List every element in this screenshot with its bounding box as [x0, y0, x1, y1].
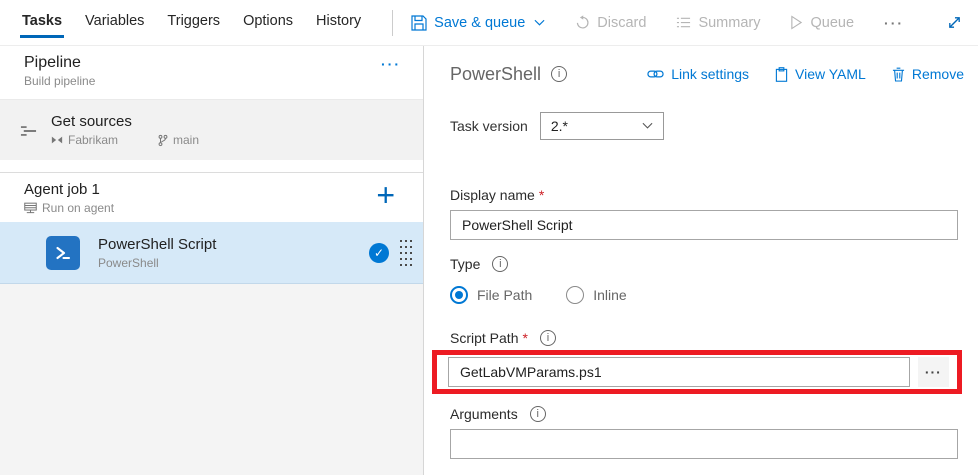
get-sources-section[interactable]: Get sources Fabrikam main	[0, 100, 423, 160]
pipeline-title: Pipeline	[24, 54, 95, 72]
save-icon	[411, 15, 427, 31]
chevron-down-icon	[642, 122, 653, 130]
arguments-input[interactable]	[450, 429, 958, 459]
annotation-highlight-box: ···	[432, 350, 962, 394]
task-enabled-check-icon[interactable]: ✓	[369, 243, 389, 263]
clipboard-icon	[775, 67, 788, 82]
task-title: PowerShell Script	[98, 236, 216, 253]
info-icon[interactable]: i	[540, 330, 556, 346]
info-icon[interactable]: i	[492, 256, 508, 272]
script-path-input[interactable]	[448, 357, 910, 387]
link-settings-label: Link settings	[671, 66, 749, 82]
powershell-logo-icon	[46, 236, 80, 270]
pipeline-sidebar: Pipeline Build pipeline ··· Get sources …	[0, 46, 424, 475]
script-path-label: Script Path	[450, 330, 518, 346]
tab-triggers[interactable]: Triggers	[163, 0, 224, 45]
trash-icon	[892, 67, 905, 82]
toolbar-more-button[interactable]: ···	[884, 15, 904, 31]
remove-label: Remove	[912, 66, 964, 82]
task-version-label: Task version	[450, 118, 528, 134]
queue-label: Queue	[810, 15, 854, 31]
chevron-down-icon[interactable]	[534, 19, 545, 27]
type-label: Type	[450, 256, 480, 272]
required-marker: *	[539, 187, 544, 203]
pipeline-more-button[interactable]: ···	[381, 54, 401, 99]
link-settings-button[interactable]: Link settings	[647, 66, 749, 82]
top-command-bar: Tasks Variables Triggers Options History…	[0, 0, 978, 46]
pipeline-header[interactable]: Pipeline Build pipeline ···	[0, 46, 423, 100]
remove-button[interactable]: Remove	[892, 66, 964, 82]
add-task-button[interactable]: +	[376, 177, 395, 213]
info-icon[interactable]: i	[530, 406, 546, 422]
display-name-label: Display name	[450, 187, 535, 203]
fullscreen-expand-icon[interactable]	[947, 15, 962, 30]
summary-list-icon	[676, 15, 691, 30]
pipeline-subtitle: Build pipeline	[24, 74, 95, 88]
summary-button: Summary	[676, 15, 760, 31]
arguments-label: Arguments	[450, 406, 518, 422]
tab-history[interactable]: History	[312, 0, 365, 45]
sidebar-gap	[0, 160, 423, 172]
task-item-powershell-script[interactable]: PowerShell Script PowerShell ✓	[0, 222, 423, 284]
repo-bowtie-icon	[51, 135, 63, 145]
link-chain-icon	[647, 68, 664, 80]
discard-label: Discard	[597, 15, 646, 31]
branch-name: main	[173, 133, 199, 147]
task-version-select[interactable]: 2.*	[540, 112, 664, 140]
agent-job-subtitle: Run on agent	[42, 201, 114, 215]
toolbar-divider	[392, 10, 393, 36]
task-settings-panel: PowerShell i Link settings View YAML Rem…	[425, 46, 978, 475]
sources-list-icon	[20, 124, 37, 138]
display-name-input[interactable]	[450, 210, 958, 240]
tab-tasks[interactable]: Tasks	[18, 0, 66, 45]
tab-options[interactable]: Options	[239, 0, 297, 45]
file-path-option-label: File Path	[477, 287, 532, 303]
get-sources-title: Get sources	[51, 113, 199, 130]
radio-selected-icon	[450, 286, 468, 304]
inline-option-label: Inline	[593, 287, 626, 303]
view-yaml-label: View YAML	[795, 66, 866, 82]
tab-variables[interactable]: Variables	[81, 0, 148, 45]
repo-name: Fabrikam	[68, 133, 118, 147]
browse-script-button[interactable]: ···	[918, 357, 949, 387]
radio-unselected-icon	[566, 286, 584, 304]
task-version-value: 2.*	[551, 118, 568, 134]
save-and-queue-label: Save & queue	[434, 15, 525, 31]
task-subtitle: PowerShell	[98, 256, 216, 270]
agent-job-title: Agent job 1	[24, 181, 423, 198]
agent-job-header[interactable]: Agent job 1 Run on agent +	[0, 172, 423, 222]
required-marker: *	[522, 330, 527, 346]
save-and-queue-button[interactable]: Save & queue	[411, 15, 545, 31]
summary-label: Summary	[698, 15, 760, 31]
discard-button: Discard	[575, 15, 646, 31]
panel-title: PowerShell	[450, 64, 541, 85]
task-drag-handle[interactable]	[400, 240, 413, 266]
info-icon[interactable]: i	[551, 66, 567, 82]
undo-icon	[575, 15, 590, 30]
branch-icon	[158, 134, 168, 147]
view-yaml-button[interactable]: View YAML	[775, 66, 866, 82]
type-radio-file-path[interactable]: File Path	[450, 286, 532, 304]
agent-server-icon	[24, 202, 37, 214]
queue-button: Queue	[790, 15, 854, 31]
play-icon	[790, 15, 803, 30]
type-radio-inline[interactable]: Inline	[566, 286, 626, 304]
